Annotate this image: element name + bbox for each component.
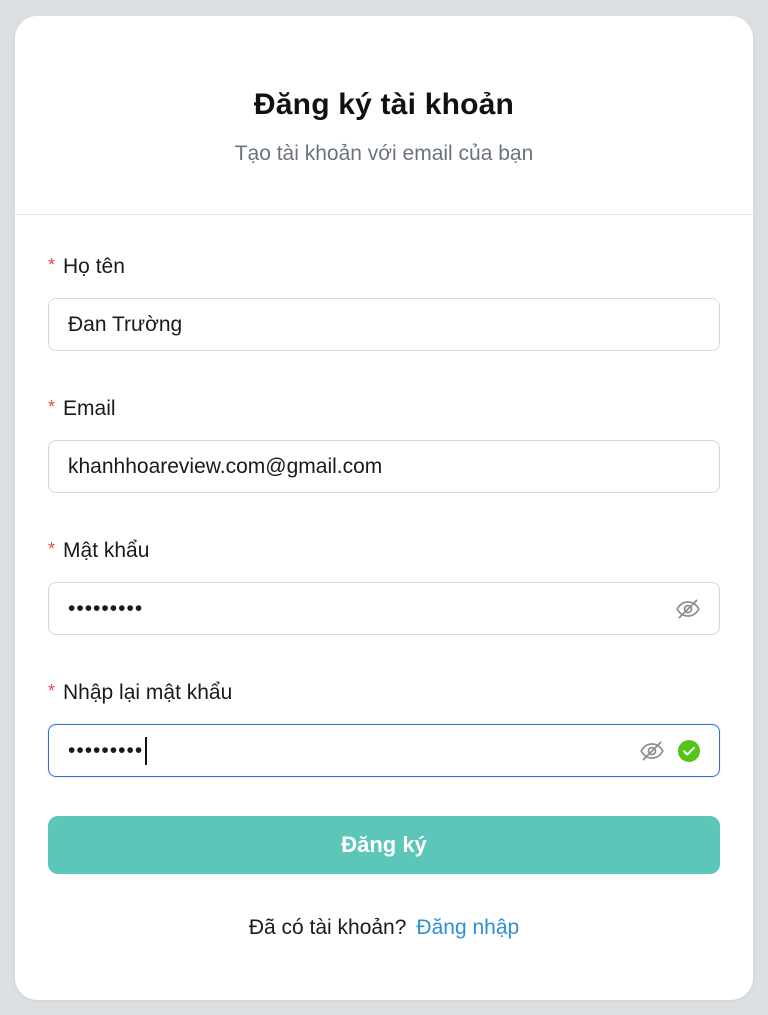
register-card: Đăng ký tài khoản Tạo tài khoản với emai… — [15, 16, 753, 1000]
confirm-password-value: ••••••••• — [68, 738, 144, 762]
email-label-text: Email — [63, 397, 116, 420]
text-caret — [145, 736, 148, 765]
confirm-password-input[interactable]: ••••••••• — [48, 724, 720, 777]
password-label: * Mật khẩu — [48, 536, 720, 566]
required-mark: * — [48, 254, 56, 275]
email-value: khanhhoareview.com@gmail.com — [68, 454, 383, 478]
login-prompt: Đã có tài khoản? Đăng nhập — [15, 916, 753, 940]
confirm-password-label: * Nhập lại mật khẩu — [48, 678, 720, 708]
full-name-input[interactable]: Đan Trường — [48, 298, 720, 351]
field-password: * Mật khẩu ••••••••• — [48, 536, 720, 678]
confirm-password-label-text: Nhập lại mật khẩu — [63, 681, 233, 704]
required-mark: * — [48, 680, 56, 701]
full-name-label: * Họ tên — [48, 252, 720, 282]
eye-off-icon[interactable] — [675, 596, 701, 622]
field-email: * Email khanhhoareview.com@gmail.com — [48, 394, 720, 536]
full-name-value: Đan Trường — [68, 312, 183, 336]
required-mark: * — [48, 538, 56, 559]
field-full-name: * Họ tên Đan Trường — [48, 252, 720, 394]
login-link[interactable]: Đăng nhập — [416, 916, 519, 939]
password-input[interactable]: ••••••••• — [48, 582, 720, 635]
page-subtitle: Tạo tài khoản với email của bạn — [234, 142, 534, 165]
field-confirm-password: * Nhập lại mật khẩu ••••••••• — [48, 678, 720, 820]
check-circle-icon — [678, 740, 700, 762]
eye-off-icon[interactable] — [639, 738, 665, 764]
page-title: Đăng ký tài khoản — [253, 88, 515, 121]
password-label-text: Mật khẩu — [63, 539, 150, 562]
login-prompt-text: Đã có tài khoản? — [248, 916, 407, 939]
required-mark: * — [48, 396, 56, 417]
register-button[interactable]: Đăng ký — [48, 816, 720, 874]
card-header: Đăng ký tài khoản Tạo tài khoản với emai… — [15, 16, 753, 215]
email-label: * Email — [48, 394, 720, 424]
password-value: ••••••••• — [68, 596, 144, 620]
email-input[interactable]: khanhhoareview.com@gmail.com — [48, 440, 720, 493]
register-form: * Họ tên Đan Trường * Email khanhhoarevi… — [48, 252, 720, 820]
full-name-label-text: Họ tên — [63, 255, 125, 278]
